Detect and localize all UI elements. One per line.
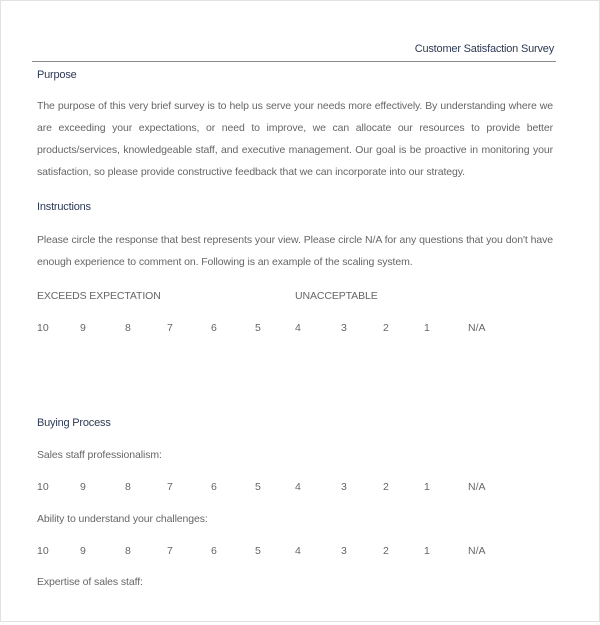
- scale-option[interactable]: 3: [341, 481, 347, 493]
- scale-option[interactable]: 2: [383, 481, 389, 493]
- scale-option[interactable]: 9: [80, 322, 86, 334]
- scale-option[interactable]: 7: [167, 322, 173, 334]
- scale-option[interactable]: 3: [341, 545, 347, 557]
- scale-option[interactable]: 1: [424, 322, 430, 334]
- scale-option[interactable]: 10: [37, 481, 49, 493]
- scale-option[interactable]: 7: [167, 545, 173, 557]
- instructions-heading: Instructions: [37, 201, 91, 213]
- scale-option[interactable]: 6: [211, 545, 217, 557]
- scale-option[interactable]: 2: [383, 322, 389, 334]
- document-page: Customer Satisfaction Survey Purpose The…: [0, 0, 600, 622]
- question-scale-row: 10 9 8 7 6 5 4 3 2 1 N/A: [1, 545, 600, 559]
- purpose-paragraph: The purpose of this very brief survey is…: [37, 100, 553, 178]
- instructions-paragraph: Please circle the response that best rep…: [37, 234, 553, 268]
- question-label: Sales staff professionalism:: [37, 449, 162, 461]
- document-header-title: Customer Satisfaction Survey: [414, 43, 554, 55]
- scale-option[interactable]: 9: [80, 545, 86, 557]
- question-label: Expertise of sales staff:: [37, 576, 143, 588]
- question-label: Ability to understand your challenges:: [37, 513, 208, 525]
- purpose-heading: Purpose: [37, 69, 77, 81]
- scale-option[interactable]: 5: [255, 322, 261, 334]
- scale-option[interactable]: N/A: [468, 322, 486, 334]
- scale-option[interactable]: 8: [125, 322, 131, 334]
- scale-option[interactable]: 6: [211, 481, 217, 493]
- scale-option[interactable]: 10: [37, 545, 49, 557]
- scale-option[interactable]: 7: [167, 481, 173, 493]
- scale-option[interactable]: 5: [255, 545, 261, 557]
- question-scale-row: 10 9 8 7 6 5 4 3 2 1 N/A: [1, 481, 600, 495]
- scale-option[interactable]: 4: [295, 545, 301, 557]
- scale-option[interactable]: 8: [125, 545, 131, 557]
- scale-option[interactable]: N/A: [468, 481, 486, 493]
- scale-option[interactable]: 6: [211, 322, 217, 334]
- scale-option[interactable]: 4: [295, 322, 301, 334]
- scale-option[interactable]: 1: [424, 545, 430, 557]
- scale-option[interactable]: 5: [255, 481, 261, 493]
- example-scale-row: 10 9 8 7 6 5 4 3 2 1 N/A: [1, 322, 600, 336]
- scale-low-label: UNACCEPTABLE: [295, 290, 378, 302]
- buying-process-heading: Buying Process: [37, 417, 111, 429]
- scale-high-label: EXCEEDS EXPECTATION: [37, 290, 161, 302]
- scale-option[interactable]: 1: [424, 481, 430, 493]
- scale-option[interactable]: 2: [383, 545, 389, 557]
- scale-option[interactable]: N/A: [468, 545, 486, 557]
- scale-option[interactable]: 8: [125, 481, 131, 493]
- header-divider: [32, 61, 556, 62]
- scale-option[interactable]: 10: [37, 322, 49, 334]
- scale-option[interactable]: 3: [341, 322, 347, 334]
- scale-option[interactable]: 9: [80, 481, 86, 493]
- scale-option[interactable]: 4: [295, 481, 301, 493]
